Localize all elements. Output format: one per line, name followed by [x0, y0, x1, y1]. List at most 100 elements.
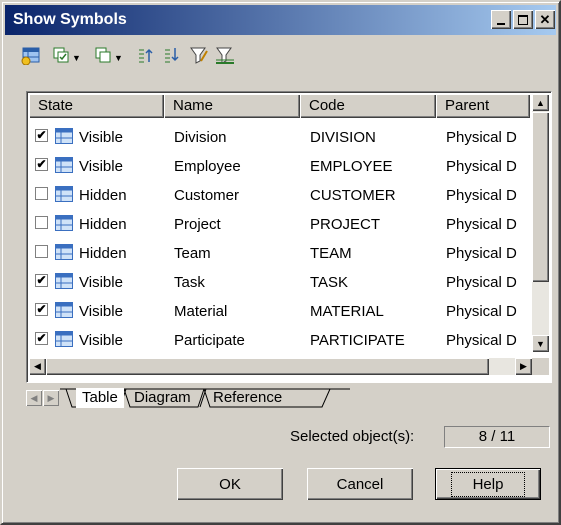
table-icon: [55, 244, 73, 260]
move-down-icon: [165, 48, 179, 63]
table-row[interactable]: Hidden Customer CUSTOMER Physical D: [29, 181, 530, 210]
scroll-left-button[interactable]: ◀: [29, 358, 46, 375]
maximize-icon: [518, 14, 528, 25]
table-icon: [55, 273, 73, 289]
add-objects-button[interactable]: [20, 44, 42, 66]
table-row[interactable]: ✔ Visible Division DIVISION Physical D: [29, 123, 530, 152]
deselect-button[interactable]: [92, 44, 114, 66]
tab-next-button[interactable]: ▶: [43, 390, 59, 406]
cancel-button-label: Cancel: [336, 475, 384, 493]
row-code: DIVISION: [310, 129, 376, 146]
row-state: Visible: [79, 158, 123, 175]
scrollbar-corner: [532, 358, 549, 375]
horizontal-scroll-thumb[interactable]: [46, 358, 489, 375]
selected-objects-count: 8 / 11: [444, 426, 550, 448]
table-row[interactable]: Hidden Team TEAM Physical D: [29, 239, 530, 268]
ok-button[interactable]: OK: [177, 468, 283, 500]
row-name: Customer: [174, 187, 240, 204]
row-state: Visible: [79, 303, 123, 320]
scroll-up-icon: ▲: [536, 97, 545, 108]
row-parent: Physical D: [446, 187, 517, 204]
table-row[interactable]: ✔ Visible Participate PARTICIPATE Physical D: [29, 326, 530, 355]
scroll-down-button[interactable]: ▼: [532, 335, 549, 352]
row-code: MATERIAL: [310, 303, 384, 320]
tab-prev-button[interactable]: ◀: [26, 390, 42, 406]
tab-diagram[interactable]: Diagram: [128, 388, 197, 408]
visibility-checkbox[interactable]: [35, 216, 48, 229]
tab-prev-icon: ◀: [30, 392, 38, 403]
column-header-parent[interactable]: Parent: [436, 94, 530, 118]
move-up-button[interactable]: [134, 44, 156, 66]
visibility-checkbox[interactable]: [35, 187, 48, 200]
select-all-button[interactable]: [50, 44, 72, 66]
cancel-button[interactable]: Cancel: [307, 468, 413, 500]
horizontal-scrollbar[interactable]: ◀ ▶: [29, 358, 532, 375]
tab-reference[interactable]: Reference: [207, 388, 288, 408]
title-bar[interactable]: Show Symbols ✕: [5, 5, 556, 35]
minimize-icon: [497, 22, 505, 25]
clear-filter-button[interactable]: [214, 44, 236, 66]
visibility-checkbox[interactable]: [35, 245, 48, 258]
row-name: Employee: [174, 158, 241, 175]
row-state: Hidden: [79, 245, 127, 262]
visibility-checkbox[interactable]: ✔: [35, 158, 48, 171]
visibility-checkbox[interactable]: ✔: [35, 129, 48, 142]
tab-table[interactable]: Table: [76, 388, 124, 408]
row-name: Team: [174, 245, 211, 262]
row-name: Material: [174, 303, 228, 320]
row-name: Division: [174, 129, 227, 146]
filter-button[interactable]: [188, 44, 210, 66]
row-parent: Physical D: [446, 216, 517, 233]
close-icon: ✕: [539, 11, 551, 27]
row-parent: Physical D: [446, 129, 517, 146]
selected-objects-label: Selected object(s):: [290, 428, 415, 445]
row-state: Hidden: [79, 216, 127, 233]
column-header-name[interactable]: Name: [164, 94, 300, 118]
show-symbols-dialog: Show Symbols ✕ ▼ ▼ State Name Code Paren…: [0, 0, 561, 525]
table-row[interactable]: ✔ Visible Task TASK Physical D: [29, 268, 530, 297]
select-all-dropdown-icon[interactable]: ▼: [72, 53, 81, 63]
scroll-right-button[interactable]: ▶: [515, 358, 532, 375]
tab-bar: ◀ ▶ Table Diagram Reference: [26, 388, 550, 410]
vertical-scroll-thumb[interactable]: [532, 112, 549, 282]
move-down-button[interactable]: [160, 44, 182, 66]
column-header-state[interactable]: State: [29, 94, 164, 118]
table-row[interactable]: ✔ Visible Employee EMPLOYEE Physical D: [29, 152, 530, 181]
row-code: EMPLOYEE: [310, 158, 393, 175]
visibility-checkbox[interactable]: ✔: [35, 332, 48, 345]
scroll-right-icon: ▶: [520, 361, 527, 371]
row-parent: Physical D: [446, 158, 517, 175]
minimize-button[interactable]: [491, 10, 511, 29]
row-code: CUSTOMER: [310, 187, 396, 204]
row-state: Hidden: [79, 187, 127, 204]
deselect-icon: [95, 47, 111, 63]
table-icon: [55, 186, 73, 202]
row-code: PROJECT: [310, 216, 381, 233]
row-name: Task: [174, 274, 205, 291]
scroll-left-icon: ◀: [34, 361, 41, 371]
row-parent: Physical D: [446, 303, 517, 320]
row-parent: Physical D: [446, 332, 517, 349]
add-objects-icon: [21, 47, 40, 65]
table-row[interactable]: ✔ Visible Material MATERIAL Physical D: [29, 297, 530, 326]
visibility-checkbox[interactable]: ✔: [35, 274, 48, 287]
tab-next-icon: ▶: [47, 392, 55, 403]
table-icon: [55, 331, 73, 347]
close-button[interactable]: ✕: [535, 10, 555, 29]
visibility-checkbox[interactable]: ✔: [35, 303, 48, 316]
help-button[interactable]: Help: [435, 468, 541, 500]
table-icon: [55, 215, 73, 231]
row-code: TEAM: [310, 245, 352, 262]
symbols-list[interactable]: State Name Code Parent ✔ Visible Division D…: [26, 91, 552, 383]
row-code: TASK: [310, 274, 349, 291]
table-icon: [55, 302, 73, 318]
scroll-up-button[interactable]: ▲: [532, 94, 549, 111]
vertical-scrollbar[interactable]: ▲ ▼: [532, 94, 549, 352]
column-header-code[interactable]: Code: [300, 94, 436, 118]
ok-button-label: OK: [219, 475, 241, 493]
deselect-dropdown-icon[interactable]: ▼: [114, 53, 123, 63]
table-icon: [55, 157, 73, 173]
table-row[interactable]: Hidden Project PROJECT Physical D: [29, 210, 530, 239]
maximize-button[interactable]: [513, 10, 533, 29]
filter-icon: [190, 47, 208, 64]
